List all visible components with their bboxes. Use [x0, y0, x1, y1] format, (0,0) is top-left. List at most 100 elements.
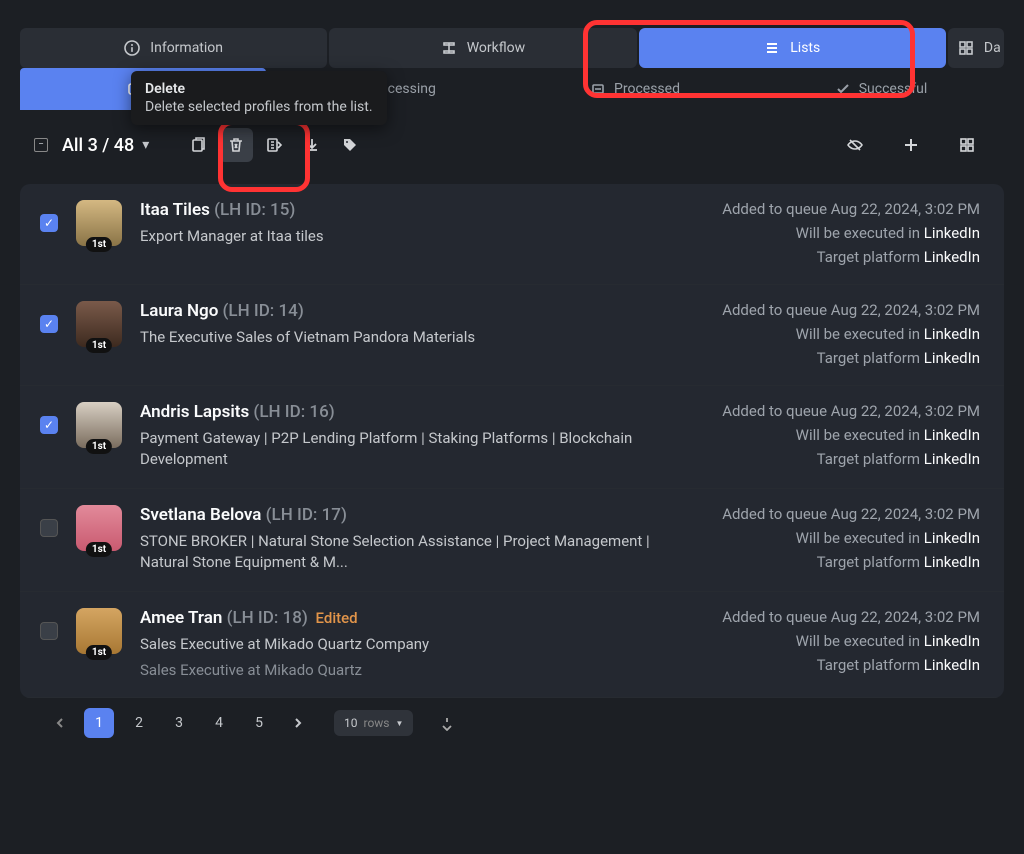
table-row[interactable]: ✓ 1st Andris Lapsits (LH ID: 16)Payment Ga…: [20, 386, 1004, 489]
tab-workflow-label: Workflow: [467, 40, 526, 56]
page-number[interactable]: 3: [164, 708, 194, 738]
lh-id: (LH ID: 15): [210, 200, 295, 220]
row-meta: Added to queue Aug 22, 2024, 3:02 PM Will…: [700, 505, 980, 573]
selection-count[interactable]: All 3 / 48 ▾: [62, 135, 149, 156]
target-platform: Target platform LinkedIn: [700, 450, 980, 468]
exec-platform: Will be executed in LinkedIn: [700, 224, 980, 242]
avatar: 1st: [76, 301, 122, 347]
row-checkbox[interactable]: ✓: [40, 416, 58, 434]
added-date: Added to queue Aug 22, 2024, 3:02 PM: [700, 402, 980, 420]
row-checkbox[interactable]: ✓: [40, 315, 58, 333]
exec-platform: Will be executed in LinkedIn: [700, 325, 980, 343]
download-icon[interactable]: [295, 128, 329, 162]
dashboard-icon: [958, 40, 974, 56]
tooltip-subtitle: Delete selected profiles from the list.: [145, 99, 373, 115]
add-icon[interactable]: [894, 128, 928, 162]
tab-workflow[interactable]: Workflow: [329, 28, 636, 68]
page-number[interactable]: 4: [204, 708, 234, 738]
avatar: 1st: [76, 608, 122, 654]
copy-icon[interactable]: [181, 128, 215, 162]
list-icon: [764, 40, 780, 56]
row-content: Itaa Tiles (LH ID: 15)Export Manager at …: [140, 200, 682, 266]
connection-badge: 1st: [86, 237, 112, 252]
status-successful[interactable]: Successful: [758, 68, 1004, 110]
status-processed[interactable]: Processed: [512, 68, 758, 110]
row-checkbox[interactable]: [40, 519, 58, 537]
tab-dashboard[interactable]: Da: [948, 28, 1004, 68]
row-checkbox[interactable]: [40, 622, 58, 640]
profile-list: ✓ 1st Itaa Tiles (LH ID: 15)Export Manager…: [20, 184, 1004, 698]
page-numbers: 12345: [84, 708, 274, 738]
tab-lists[interactable]: Lists: [639, 28, 946, 68]
lh-id: (LH ID: 17): [261, 505, 346, 525]
toolbar-right: [838, 128, 984, 162]
connection-badge: 1st: [86, 645, 112, 660]
added-date: Added to queue Aug 22, 2024, 3:02 PM: [700, 505, 980, 523]
table-row[interactable]: ✓ 1st Laura Ngo (LH ID: 14) The Executive S…: [20, 285, 1004, 386]
profile-name: Andris Lapsits: [140, 402, 249, 422]
target-platform: Target platform LinkedIn: [700, 553, 980, 571]
connection-badge: 1st: [86, 338, 112, 353]
bulk-actions: [181, 128, 367, 162]
connection-badge: 1st: [86, 439, 112, 454]
added-date: Added to queue Aug 22, 2024, 3:02 PM: [700, 608, 980, 626]
profile-description: The Executive Sales of Vietnam Pandora M…: [140, 327, 682, 348]
profile-description: Export Manager at Itaa tiles: [140, 226, 682, 247]
delete-tooltip: Delete Delete selected profiles from the…: [131, 71, 387, 125]
info-icon: [124, 40, 140, 56]
added-date: Added to queue Aug 22, 2024, 3:02 PM: [700, 301, 980, 319]
row-meta: Added to queue Aug 22, 2024, 3:02 PM Will…: [700, 200, 980, 266]
chevron-down-icon: ▼: [396, 719, 404, 728]
target-platform: Target platform LinkedIn: [700, 656, 980, 674]
check-icon: [835, 81, 851, 97]
table-row[interactable]: ✓ 1st Itaa Tiles (LH ID: 15)Export Manager…: [20, 184, 1004, 285]
profile-name: Svetlana Belova: [140, 505, 261, 525]
table-row[interactable]: 1stAmee Tran (LH ID: 18) EditedSales Exe…: [20, 592, 1004, 698]
row-checkbox[interactable]: ✓: [40, 214, 58, 232]
page-number[interactable]: 2: [124, 708, 154, 738]
page-next[interactable]: [286, 711, 310, 735]
lh-id: (LH ID: 14): [218, 301, 303, 321]
target-platform: Target platform LinkedIn: [700, 349, 980, 367]
tab-information-label: Information: [150, 40, 223, 56]
tooltip-title: Delete: [145, 81, 373, 97]
row-meta: Added to queue Aug 22, 2024, 3:02 PM Will…: [700, 402, 980, 470]
connection-badge: 1st: [86, 542, 112, 557]
added-date: Added to queue Aug 22, 2024, 3:02 PM: [700, 200, 980, 218]
exclude-icon[interactable]: [257, 128, 291, 162]
tab-dashboard-label: Da: [984, 40, 1001, 56]
row-content: Andris Lapsits (LH ID: 16)Payment Gatewa…: [140, 402, 682, 470]
processed-icon: [590, 81, 606, 97]
exec-platform: Will be executed in LinkedIn: [700, 426, 980, 444]
table-row[interactable]: 1stSvetlana Belova (LH ID: 17)STONE BROK…: [20, 489, 1004, 592]
tag-icon[interactable]: [333, 128, 367, 162]
exec-platform: Will be executed in LinkedIn: [700, 529, 980, 547]
avatar: 1st: [76, 505, 122, 551]
grid-icon[interactable]: [950, 128, 984, 162]
page-number[interactable]: 1: [84, 708, 114, 738]
avatar: 1st: [76, 200, 122, 246]
collapse-icon[interactable]: −: [34, 138, 48, 152]
refresh-icon[interactable]: [439, 715, 455, 731]
trash-icon: [227, 136, 245, 154]
hide-icon[interactable]: [838, 128, 872, 162]
target-platform: Target platform LinkedIn: [700, 248, 980, 266]
row-meta: Added to queue Aug 22, 2024, 3:02 PM Will…: [700, 608, 980, 679]
exec-platform: Will be executed in LinkedIn: [700, 632, 980, 650]
profile-name: Laura Ngo: [140, 301, 218, 321]
row-meta: Added to queue Aug 22, 2024, 3:02 PM Will…: [700, 301, 980, 367]
delete-button[interactable]: [219, 128, 253, 162]
top-tabs: Information Workflow Lists Da: [0, 28, 1024, 68]
status-processed-label: Processed: [614, 81, 680, 97]
page-number[interactable]: 5: [244, 708, 274, 738]
status-successful-label: Successful: [859, 81, 928, 97]
page-prev[interactable]: [48, 711, 72, 735]
pagination: 12345 10 rows ▼: [0, 698, 1024, 738]
row-content: Laura Ngo (LH ID: 14) The Executive Sales…: [140, 301, 682, 367]
lh-id: (LH ID: 16): [249, 402, 334, 422]
profile-subtitle: Sales Executive at Mikado Quartz: [140, 661, 682, 679]
avatar: 1st: [76, 402, 122, 448]
rows-per-page[interactable]: 10 rows ▼: [334, 710, 413, 736]
tab-information[interactable]: Information: [20, 28, 327, 68]
workflow-icon: [441, 40, 457, 56]
